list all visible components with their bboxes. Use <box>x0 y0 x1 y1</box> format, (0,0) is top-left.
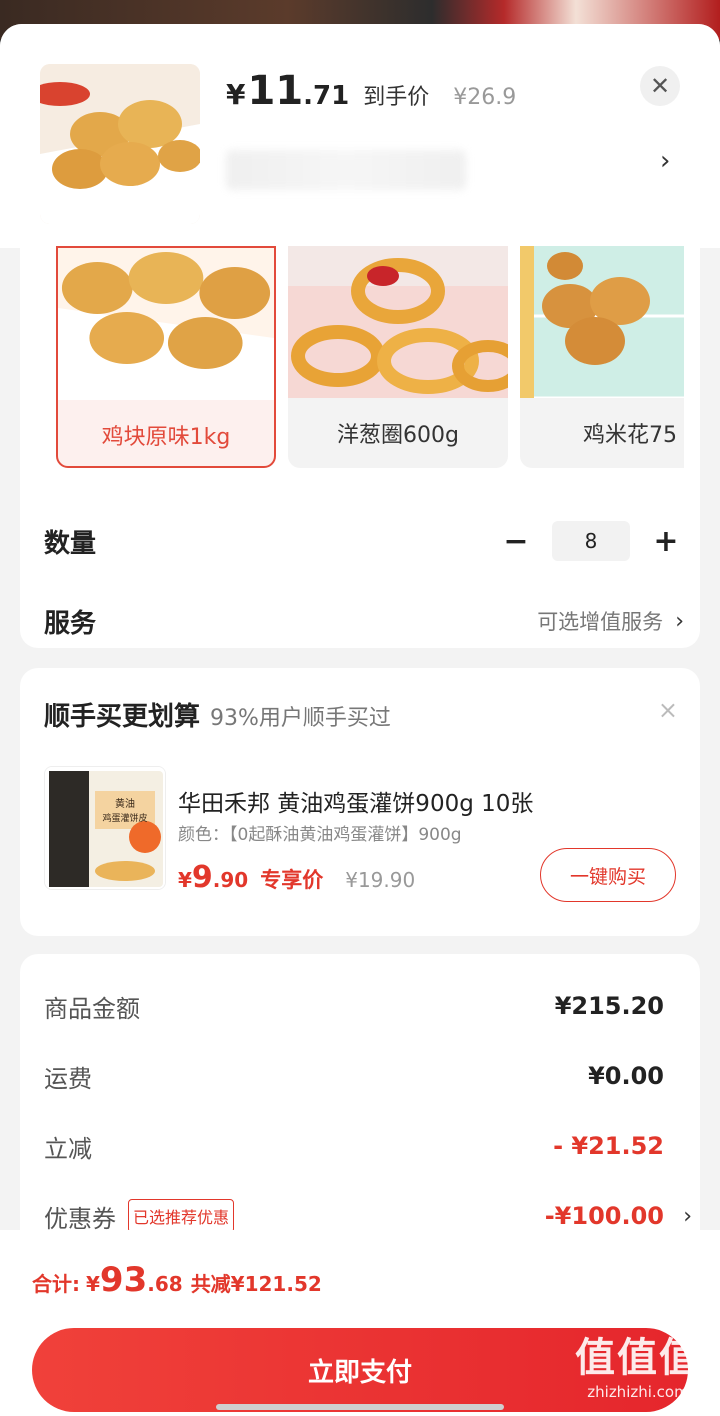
variant-card: 鸡块原味1kg 洋葱圈600g 鸡米花75 数量 − 8 + 服务 可选增值服务… <box>20 246 700 648</box>
home-indicator[interactable] <box>216 1404 504 1410</box>
upsell-header: 顺手买更划算 93%用户顺手买过 <box>44 696 391 733</box>
price-row: ¥ 11 .71 到手价 ¥26.9 <box>226 68 516 118</box>
upsell-price-decimal: .90 <box>212 868 249 892</box>
decrease-quantity-button[interactable]: − <box>498 524 534 559</box>
variant-label: 洋葱圈600g <box>337 423 459 448</box>
price-decimal: .71 <box>303 81 350 111</box>
variant-option-nugget[interactable]: 鸡块原味1kg <box>56 246 276 468</box>
chevron-right-icon[interactable]: › <box>683 1204 692 1229</box>
total-decimal: .68 <box>147 1272 183 1296</box>
package-text-1: 黄油 <box>115 797 135 810</box>
chevron-right-icon: › <box>675 608 684 634</box>
package-text-2: 鸡蛋灌饼皮 <box>102 812 147 824</box>
watermark-logo: 值值值 <box>575 1335 701 1381</box>
close-button[interactable]: ✕ <box>640 66 680 106</box>
nugget-variant-image <box>58 248 274 400</box>
total-integer: 93 <box>99 1260 148 1300</box>
onion-ring-variant-image <box>288 246 508 398</box>
summary-value: ¥0.00 <box>588 1062 664 1090</box>
service-label: 服务 <box>44 608 97 639</box>
summary-row-shipping: 运费 ¥0.00 <box>44 1056 664 1096</box>
quantity-input[interactable]: 8 <box>552 521 630 561</box>
chevron-right-icon[interactable]: › <box>660 146 670 176</box>
upsell-original-price: ¥19.90 <box>345 868 416 892</box>
variant-option-onion-rings[interactable]: 洋葱圈600g <box>288 246 508 468</box>
variant-label: 鸡块原味1kg <box>101 425 231 450</box>
summary-label: 商品金额 <box>44 994 140 1023</box>
summary-label: 运费 <box>44 1064 92 1093</box>
close-icon: ✕ <box>649 72 671 100</box>
selected-spec-line[interactable] <box>226 140 476 200</box>
summary-row-discount: 立减 - ¥21.52 <box>44 1126 664 1166</box>
upsell-price-row: ¥ 9 .90 专享价 ¥19.90 <box>178 860 415 895</box>
coupon-badge: 已选推荐优惠 <box>128 1199 235 1233</box>
variant-list: 鸡块原味1kg 洋葱圈600g 鸡米花75 <box>56 246 684 470</box>
summary-value: - ¥21.52 <box>553 1132 664 1160</box>
blurred-spec-text <box>226 150 466 190</box>
watermark-url: zhizhizhi.com <box>587 1383 689 1401</box>
variant-option-popcorn-chicken[interactable]: 鸡米花75 <box>520 246 684 468</box>
upsell-close-icon[interactable]: × <box>658 696 678 724</box>
chicken-nugget-image <box>40 64 200 224</box>
quantity-stepper: − 8 + <box>498 516 684 566</box>
upsell-title: 顺手买更划算 <box>44 702 201 732</box>
service-row[interactable]: 服务 可选增值服务 › <box>44 596 684 646</box>
original-price: ¥26.9 <box>453 85 517 110</box>
upsell-card: 顺手买更划算 93%用户顺手买过 × 黄油 鸡蛋灌饼皮 华田禾邦 黄油鸡蛋灌饼9… <box>20 668 700 936</box>
upsell-price-symbol: ¥ <box>178 868 192 892</box>
upsell-product-thumbnail[interactable]: 黄油 鸡蛋灌饼皮 <box>44 766 166 890</box>
price-integer: 11 <box>247 68 304 114</box>
upsell-subtitle: 93%用户顺手买过 <box>210 706 391 731</box>
increase-quantity-button[interactable]: + <box>648 524 684 559</box>
total-symbol: ¥ <box>86 1272 100 1296</box>
order-summary-card: 商品金额 ¥215.20 运费 ¥0.00 立减 - ¥21.52 优惠券 已选… <box>20 954 700 1254</box>
variant-label: 鸡米花75 <box>583 423 677 448</box>
popcorn-chicken-variant-image <box>520 246 684 398</box>
upsell-price-integer: 9 <box>191 860 213 895</box>
product-thumbnail[interactable] <box>40 64 200 224</box>
upsell-product-name[interactable]: 华田禾邦 黄油鸡蛋灌饼900g 10张 <box>178 784 533 818</box>
final-price-label: 到手价 <box>363 85 430 110</box>
quantity-label: 数量 <box>44 528 97 559</box>
service-value: 可选增值服务 <box>537 610 664 634</box>
summary-row-subtotal: 商品金额 ¥215.20 <box>44 986 664 1026</box>
summary-label: 优惠券 <box>44 1204 116 1233</box>
service-selector[interactable]: 可选增值服务 › <box>537 596 684 646</box>
site-watermark: 值值值 zhizhizhi.com <box>568 1334 708 1410</box>
exclusive-price-label: 专享价 <box>260 868 324 892</box>
summary-label: 立减 <box>44 1134 92 1163</box>
summary-value: ¥215.20 <box>554 992 664 1020</box>
price-symbol: ¥ <box>226 78 246 111</box>
total-line: 合计: ¥ 93 .68 共减¥121.52 <box>32 1260 322 1300</box>
total-saving: 共减¥121.52 <box>190 1272 322 1296</box>
upsell-product-spec: 颜色：【0起酥油黄油鸡蛋灌饼】900g <box>178 825 462 845</box>
total-label: 合计: <box>32 1272 80 1296</box>
product-header: ¥ 11 .71 到手价 ¥26.9 ✕ › <box>0 24 720 248</box>
egg-pancake-package-image: 黄油 鸡蛋灌饼皮 <box>45 767 165 889</box>
one-click-buy-button[interactable]: 一键购买 <box>540 848 676 902</box>
purchase-sheet: ¥ 11 .71 到手价 ¥26.9 ✕ › 鸡块原味1kg 洋葱圈600g 鸡… <box>0 24 720 1416</box>
summary-value: -¥100.00 <box>544 1202 664 1230</box>
quantity-row: 数量 − 8 + <box>44 516 684 566</box>
